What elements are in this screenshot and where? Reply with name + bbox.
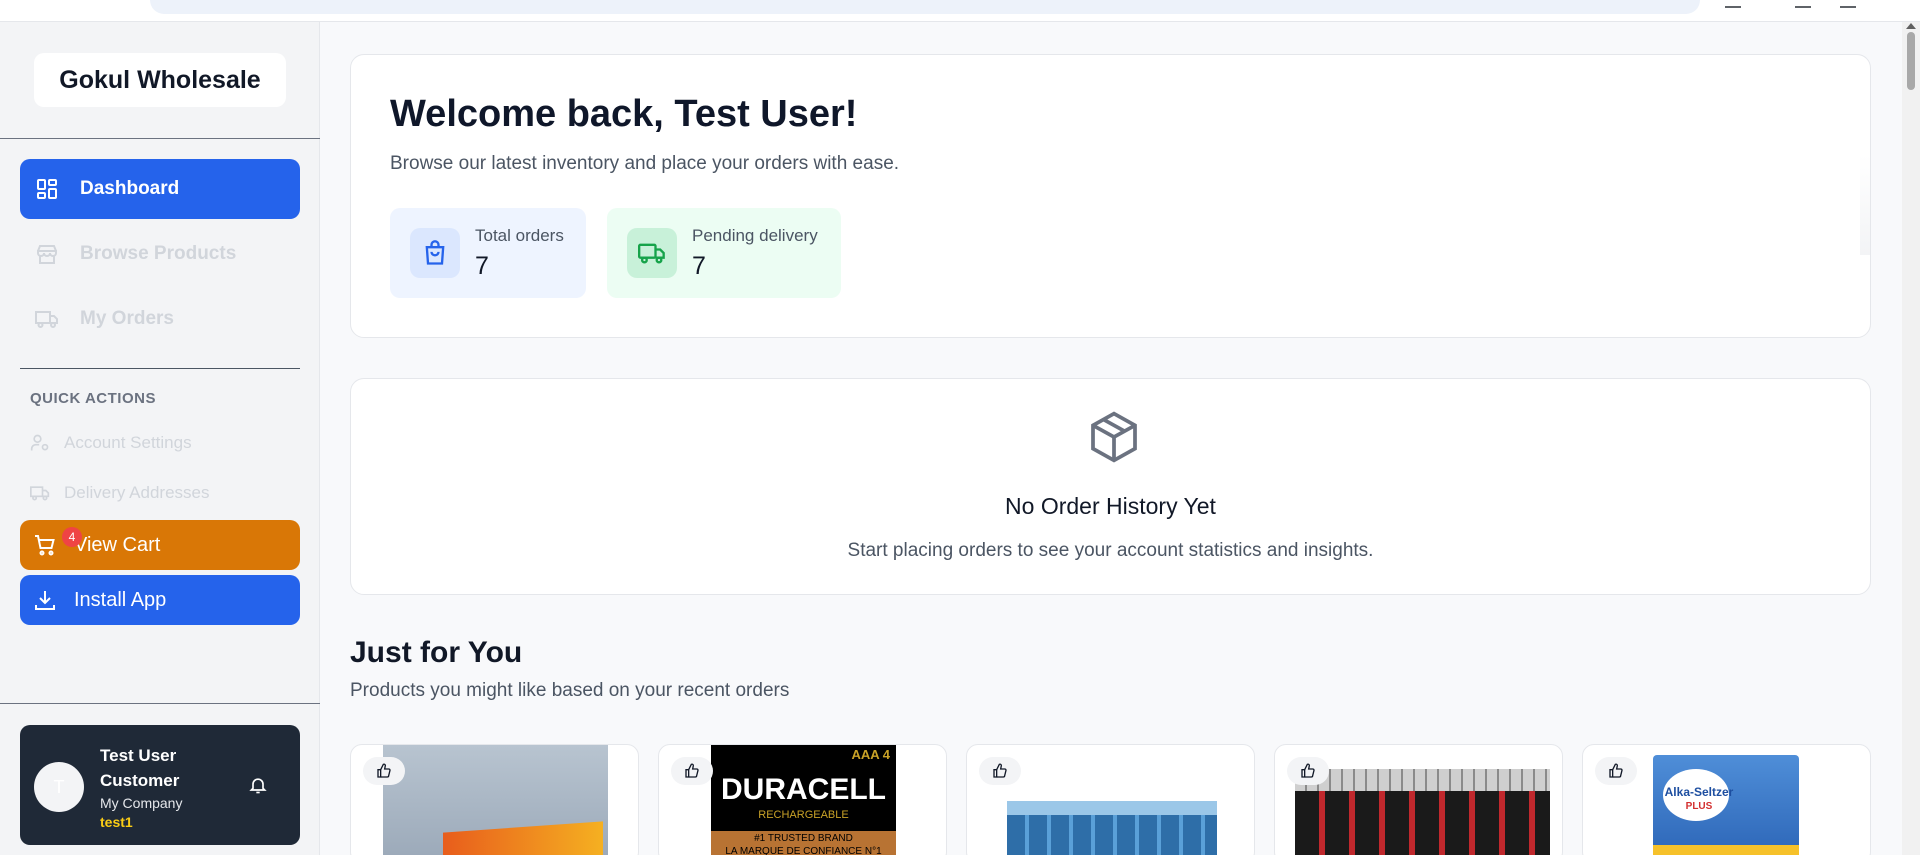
stat-label: Total orders — [475, 226, 564, 245]
product-image-text: LA MARQUE DE CONFIANCE N°1 — [725, 846, 882, 855]
profile-icon[interactable] — [1725, 0, 1741, 8]
user-profile-card[interactable]: T Test User Customer My Company test1 — [20, 725, 300, 845]
install-app-button[interactable]: Install App — [20, 575, 300, 625]
sidebar: Gokul Wholesale Dashboard Browse Product… — [0, 22, 320, 855]
brand-logo[interactable]: Gokul Wholesale — [34, 53, 286, 107]
welcome-card: Welcome back, Test User! Browse our late… — [350, 54, 1871, 338]
section-title: Just for You — [350, 636, 523, 669]
avatar: T — [34, 762, 84, 812]
truck-icon — [30, 483, 50, 503]
nav-item-label: My Orders — [80, 308, 174, 329]
product-card[interactable] — [350, 744, 639, 855]
store-icon — [34, 241, 60, 267]
product-card[interactable]: AAA 4 DURACELL RECHARGEABLE #1 TRUSTED B… — [658, 744, 947, 855]
card-edge-shadow — [1860, 155, 1870, 255]
address-bar[interactable] — [150, 0, 1700, 14]
thumbs-up-icon[interactable] — [363, 757, 405, 785]
browser-toolbar — [0, 0, 1920, 22]
product-image-text: #1 TRUSTED BRAND — [754, 833, 853, 844]
package-icon — [1086, 409, 1142, 465]
sidebar-divider — [0, 703, 320, 704]
nav-item-label: Browse Products — [80, 243, 237, 264]
stat-pending-delivery: Pending delivery 7 — [607, 208, 841, 298]
download-icon — [32, 587, 58, 613]
page-scrollbar[interactable] — [1902, 22, 1920, 855]
thumbs-up-icon[interactable] — [979, 757, 1021, 785]
user-company: My Company — [100, 795, 183, 811]
cart-count-badge: 4 — [62, 527, 82, 547]
install-app-label: Install App — [74, 588, 167, 611]
scrollbar-thumb[interactable] — [1907, 32, 1915, 90]
stat-value: 7 — [692, 252, 706, 280]
thumbs-up-icon[interactable] — [671, 757, 713, 785]
section-subtitle: Products you might like based on your re… — [350, 680, 790, 701]
product-image[interactable]: Alka-Seltzer PLUS — [1615, 745, 1840, 855]
welcome-title: Welcome back, Test User! — [390, 93, 858, 135]
quick-action-label: Account Settings — [64, 433, 192, 452]
bell-icon[interactable] — [248, 775, 268, 795]
product-card[interactable]: Alka-Seltzer PLUS — [1582, 744, 1871, 855]
shopping-bag-icon — [410, 228, 460, 278]
nav-item-browse-products[interactable]: Browse Products — [20, 224, 300, 284]
product-image-text: DURACELL — [721, 773, 886, 806]
cart-icon: 4 — [32, 527, 82, 558]
stat-total-orders: Total orders 7 — [390, 208, 586, 298]
dashboard-icon — [34, 176, 60, 202]
order-history-empty-state: No Order History Yet Start placing order… — [350, 378, 1871, 595]
stat-value: 7 — [475, 252, 489, 280]
user-cog-icon — [30, 433, 50, 453]
nav-item-my-orders[interactable]: My Orders — [20, 289, 300, 349]
quick-action-account-settings[interactable]: Account Settings — [30, 428, 192, 458]
product-image[interactable] — [999, 745, 1224, 855]
product-image[interactable]: AAA 4 DURACELL RECHARGEABLE #1 TRUSTED B… — [711, 745, 896, 855]
quick-action-delivery-addresses[interactable]: Delivery Addresses — [30, 478, 210, 508]
sidebar-divider — [0, 138, 320, 139]
scroll-up-icon[interactable] — [1906, 23, 1916, 29]
product-card[interactable] — [1274, 744, 1563, 855]
product-image-text: AAA 4 — [851, 747, 890, 762]
thumbs-up-icon[interactable] — [1595, 757, 1637, 785]
tab-search-icon[interactable] — [1795, 0, 1811, 8]
welcome-subtitle: Browse our latest inventory and place yo… — [390, 153, 900, 174]
product-image-text: PLUS — [1685, 801, 1713, 812]
view-cart-button[interactable]: 4 View Cart — [20, 520, 300, 570]
google-icon[interactable] — [1840, 0, 1856, 8]
product-image-text: RECHARGEABLE — [758, 809, 849, 821]
sidebar-divider — [20, 368, 300, 369]
view-cart-label: View Cart — [74, 533, 161, 556]
product-image-text: Alka-Seltzer — [1664, 785, 1734, 799]
user-name: Test User Customer — [100, 746, 180, 790]
product-image[interactable] — [383, 745, 608, 855]
thumbs-up-icon[interactable] — [1287, 757, 1329, 785]
empty-state-title: No Order History Yet — [1005, 493, 1216, 519]
user-handle: test1 — [100, 814, 133, 830]
quick-action-label: Delivery Addresses — [64, 483, 210, 502]
product-image[interactable] — [1295, 745, 1550, 855]
nav-item-dashboard[interactable]: Dashboard — [20, 159, 300, 219]
truck-icon — [34, 306, 60, 332]
product-card[interactable] — [966, 744, 1255, 855]
nav-item-label: Dashboard — [80, 178, 180, 199]
truck-icon — [627, 228, 677, 278]
stat-label: Pending delivery — [692, 226, 818, 245]
empty-state-message: Start placing orders to see your account… — [847, 540, 1374, 561]
quick-actions-title: QUICK ACTIONS — [30, 390, 156, 407]
